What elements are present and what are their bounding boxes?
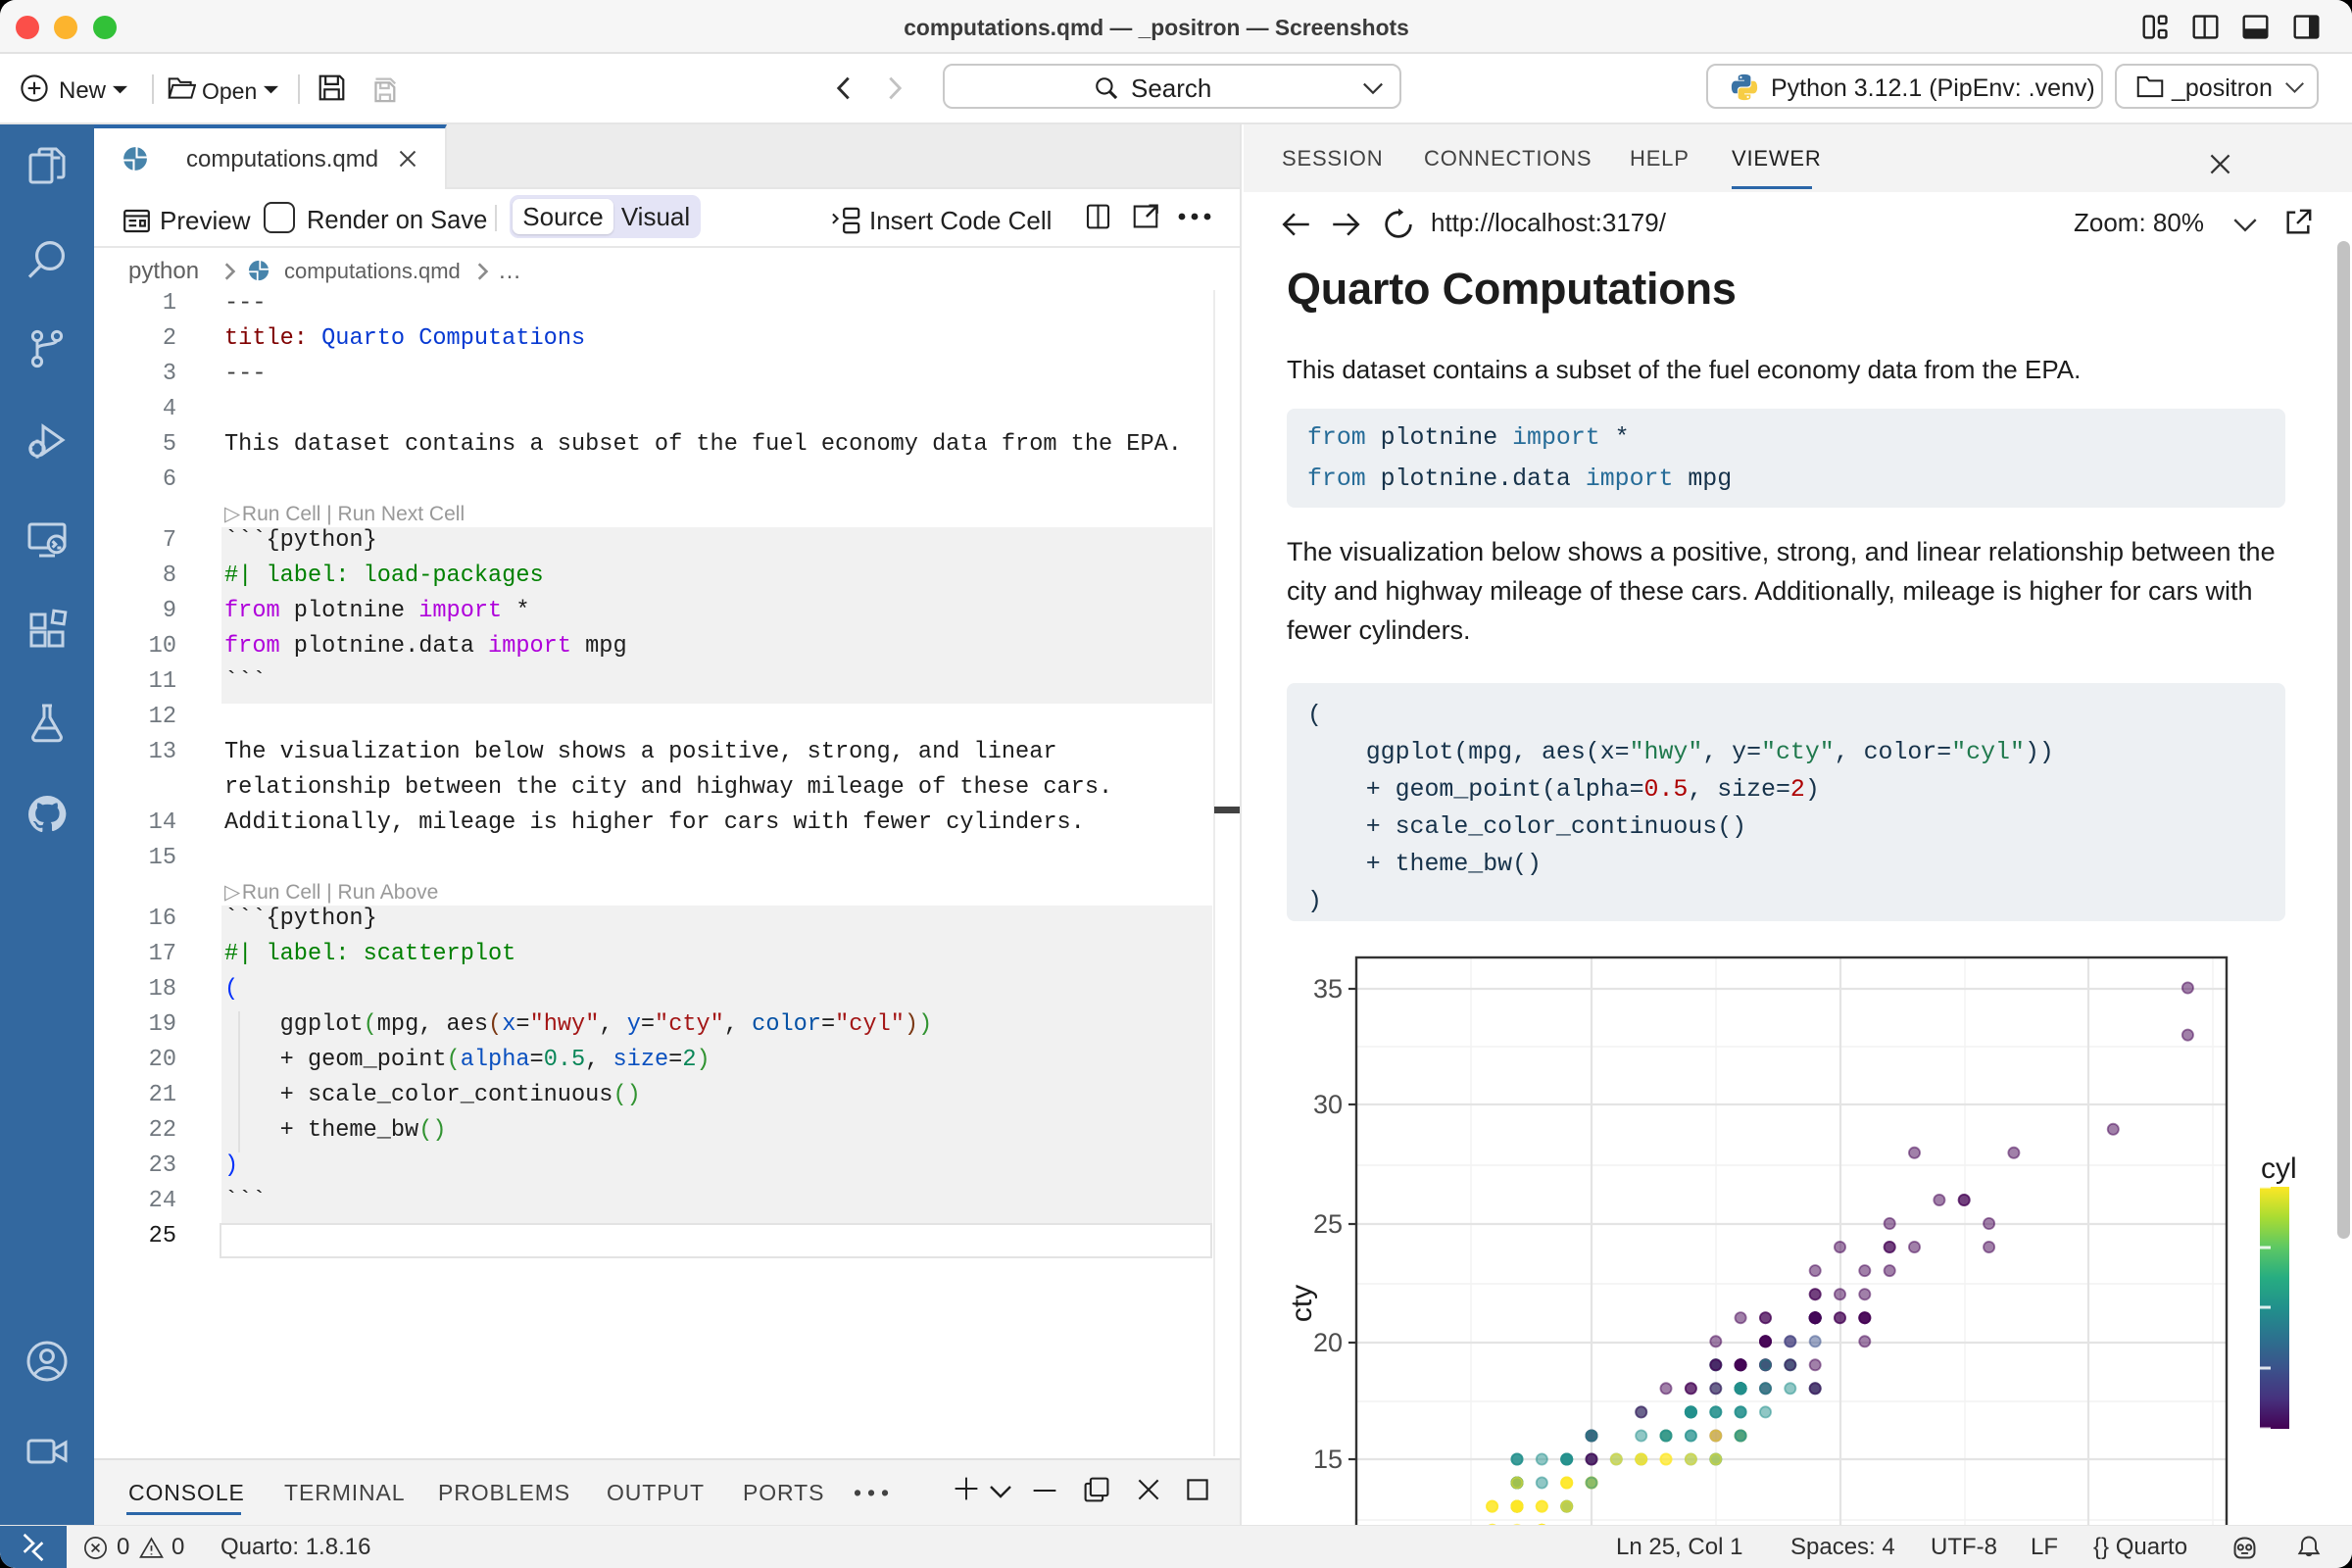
svg-text:35: 35 (1313, 974, 1343, 1004)
svg-text:20: 20 (1313, 1328, 1343, 1357)
svg-text:25: 25 (1313, 1209, 1343, 1239)
svg-text:cty: cty (1287, 1285, 1318, 1322)
svg-text:15: 15 (1313, 1445, 1343, 1474)
svg-text:cyl: cyl (2261, 1152, 2297, 1185)
svg-text:30: 30 (1313, 1090, 1343, 1119)
